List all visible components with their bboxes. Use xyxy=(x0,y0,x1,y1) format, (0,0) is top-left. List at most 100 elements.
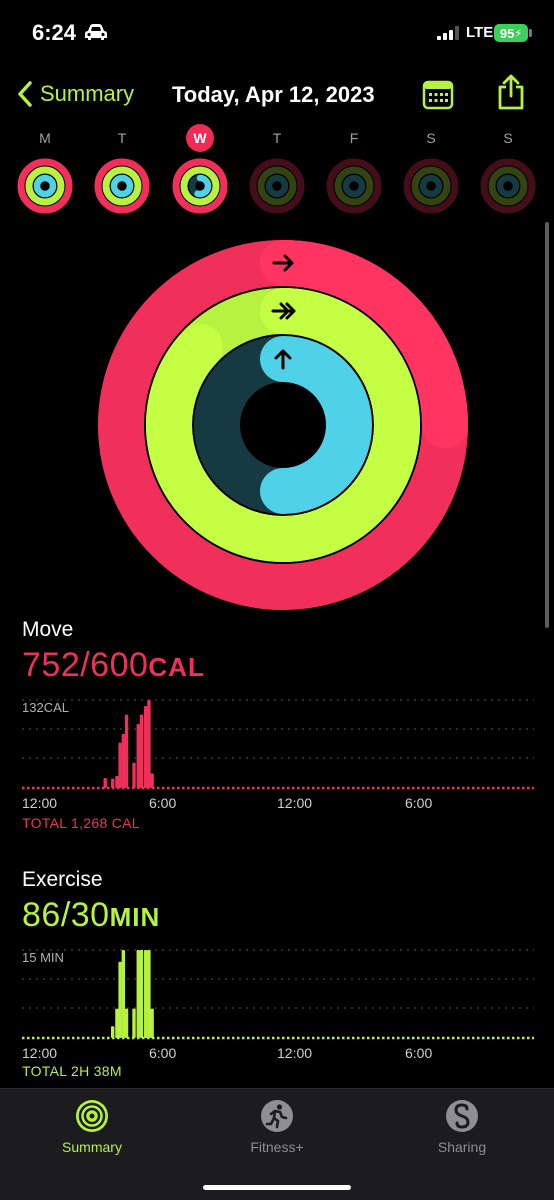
move-value-unit: CAL xyxy=(148,652,205,682)
day-6[interactable]: S xyxy=(478,124,538,214)
day-stand-ring-fill xyxy=(194,174,212,198)
calendar-icon[interactable] xyxy=(422,78,454,110)
day-rings-icon xyxy=(326,158,382,214)
exercise-chart-bar xyxy=(136,950,140,1038)
exercise-chart-bar xyxy=(124,1008,129,1038)
move-chart-bar xyxy=(110,778,115,788)
chevron-left-icon xyxy=(18,81,32,107)
day-stand-ring-track xyxy=(496,174,520,198)
page-title: Today, Apr 12, 2023 xyxy=(172,82,375,107)
exercise-tick: 12:00 xyxy=(277,1045,313,1061)
exercise-tick: 12:00 xyxy=(22,1045,58,1061)
exercise-chart-bar xyxy=(147,950,151,1038)
day-stand-ring-track xyxy=(265,174,289,198)
move-chart-bar xyxy=(144,706,148,788)
day-rings-icon xyxy=(172,158,228,214)
day-letter: M xyxy=(39,130,51,146)
move-chart-bar xyxy=(147,700,151,788)
status-time: 6:24 xyxy=(32,20,77,45)
day-letter: S xyxy=(503,130,513,146)
exercise-tick: 6:00 xyxy=(149,1045,177,1061)
exercise-value: 86/30MIN xyxy=(22,896,160,935)
exercise-chart-bar xyxy=(110,1026,115,1038)
move-chart-bar xyxy=(121,734,126,788)
exercise-tick: 6:00 xyxy=(405,1045,433,1061)
exercise-chart: 15 MIN xyxy=(22,944,534,1044)
exercise-chart-plot xyxy=(22,949,534,1040)
move-chart-max: 132CAL xyxy=(22,700,69,715)
move-chart-bar xyxy=(115,776,119,788)
move-chart-plot xyxy=(22,699,534,790)
day-3[interactable]: T xyxy=(247,124,307,214)
network-type: LTE xyxy=(466,24,494,41)
move-value: 752/600CAL xyxy=(22,646,205,685)
move-tick: 6:00 xyxy=(149,795,177,811)
signal-icon xyxy=(437,26,459,40)
car-icon xyxy=(85,24,107,40)
day-letter: S xyxy=(426,130,436,146)
status-bar: 6:24 LTE 95 ⚡ xyxy=(0,0,554,66)
day-rings-icon xyxy=(480,158,536,214)
home-indicator xyxy=(203,1185,351,1190)
tab-fitness-plus[interactable]: Fitness+ xyxy=(217,1099,337,1155)
exercise-chart-bar xyxy=(121,950,126,1038)
exercise-chart-bar xyxy=(144,950,148,1038)
exercise-chart-bar xyxy=(115,1008,119,1038)
day-stand-ring-track xyxy=(419,174,443,198)
week-strip: MTWTFSS xyxy=(0,124,554,214)
day-rings-icon xyxy=(17,158,73,214)
move-value-number: 752/600 xyxy=(22,646,149,684)
move-chart-bar xyxy=(136,724,140,788)
exercise-chart-bar xyxy=(132,1008,136,1038)
day-stand-ring-fill xyxy=(110,174,134,198)
tab-bar: Summary Fitness+ Sharing xyxy=(0,1088,554,1200)
battery-level: 95 xyxy=(499,25,515,41)
exercise-chart-bar xyxy=(150,1008,154,1038)
day-letter: T xyxy=(117,130,127,146)
battery-indicator: 95 ⚡ xyxy=(494,24,528,42)
exercise-value-number: 86/30 xyxy=(22,896,110,934)
move-chart: 132CAL xyxy=(22,694,534,806)
day-4[interactable]: F xyxy=(324,124,384,214)
day-0[interactable]: M xyxy=(15,124,75,214)
day-2[interactable]: W xyxy=(170,124,230,214)
stand-ring-fill xyxy=(260,336,372,514)
share-icon[interactable] xyxy=(496,74,526,110)
back-label: Summary xyxy=(40,81,135,106)
move-chart-bar xyxy=(150,773,154,788)
tab-summary-label: Summary xyxy=(62,1139,122,1155)
running-figure-icon xyxy=(261,1100,293,1132)
move-chart-bar xyxy=(118,742,122,788)
charging-bolt-icon: ⚡ xyxy=(514,27,523,40)
move-chart-bar xyxy=(132,762,136,788)
tab-sharing[interactable]: Sharing xyxy=(402,1099,522,1155)
day-letter: W xyxy=(193,130,207,146)
sharing-icon xyxy=(446,1100,478,1132)
tab-sharing-label: Sharing xyxy=(437,1139,487,1155)
day-5[interactable]: S xyxy=(401,124,461,214)
exercise-label: Exercise xyxy=(22,868,103,891)
exercise-value-unit: MIN xyxy=(109,902,161,932)
activity-rings xyxy=(98,240,468,610)
day-letter: T xyxy=(272,130,282,146)
move-chart-bar xyxy=(139,714,144,788)
day-stand-ring-fill xyxy=(33,174,57,198)
move-label: Move xyxy=(22,618,74,641)
day-1[interactable]: T xyxy=(92,124,152,214)
move-tick: 12:00 xyxy=(277,795,313,811)
exercise-chart-max: 15 MIN xyxy=(22,950,64,965)
day-stand-ring-track xyxy=(342,174,366,198)
move-chart-bar xyxy=(103,778,107,788)
tab-summary[interactable]: Summary xyxy=(32,1099,152,1155)
day-rings-icon xyxy=(94,158,150,214)
back-button[interactable]: Summary xyxy=(16,80,134,108)
battery-tip xyxy=(529,29,532,37)
exercise-total: TOTAL 2H 38M xyxy=(22,1063,122,1079)
activity-rings-icon xyxy=(76,1100,108,1132)
scrollbar[interactable] xyxy=(545,222,549,628)
day-rings-icon xyxy=(249,158,305,214)
move-tick: 6:00 xyxy=(405,795,433,811)
exercise-chart-bar xyxy=(118,961,122,1038)
day-rings-icon xyxy=(403,158,459,214)
day-letter: F xyxy=(349,130,359,146)
